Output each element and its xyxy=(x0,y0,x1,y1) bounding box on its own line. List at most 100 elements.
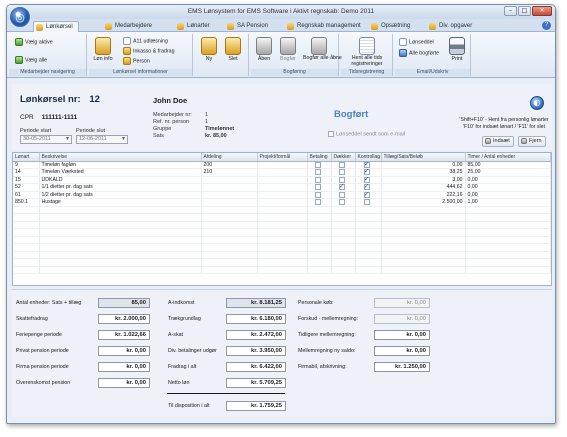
total-value-field[interactable]: kr. 3.950,00 xyxy=(226,346,286,356)
total-value-field[interactable]: kr. 5.709,25 xyxy=(226,378,286,388)
table-cell[interactable] xyxy=(257,191,308,199)
table-row[interactable]: 611/2 dietter pr. dag sats 222,160,00 xyxy=(13,191,551,199)
total-value-field[interactable]: 85,00 xyxy=(98,298,150,308)
total-value-field[interactable]: kr. 6.180,00 xyxy=(226,314,286,324)
table-cell[interactable]: 1,00 xyxy=(465,198,551,207)
select-active-button[interactable]: Vælg aktive xyxy=(15,38,53,46)
table-cell[interactable]: 1/2 dietter pr. dag sats xyxy=(39,191,202,199)
table-cell[interactable] xyxy=(355,183,382,192)
total-value-field[interactable]: kr. 0,00 xyxy=(374,346,430,356)
cover-checkbox[interactable] xyxy=(339,169,345,176)
ctrl-checkbox[interactable] xyxy=(364,176,370,183)
table-cell[interactable]: Hustage xyxy=(39,198,202,207)
table-row[interactable]: 15UDKALD 3,000,00 xyxy=(13,176,551,184)
table-cell[interactable] xyxy=(355,176,382,184)
payslip-button[interactable]: Lønseddel xyxy=(399,38,434,46)
pay-checkbox[interactable] xyxy=(315,176,321,183)
total-value-field[interactable]: kr. 1.022,66 xyxy=(98,330,150,340)
total-value-field[interactable]: kr. 8.181,25 xyxy=(226,298,286,308)
table-cell[interactable] xyxy=(331,168,356,177)
tab-opsaetning[interactable]: Opsætning xyxy=(369,21,410,32)
table-cell[interactable]: 61 xyxy=(13,191,40,199)
cover-checkbox[interactable] xyxy=(339,176,345,183)
a11-export-button[interactable]: A11 udlæsning xyxy=(123,37,168,45)
column-header[interactable]: Tillæg/Sats/Beløb xyxy=(381,153,466,162)
print-button[interactable]: Print xyxy=(447,37,467,62)
table-cell[interactable] xyxy=(331,183,356,192)
column-header[interactable]: Betaling xyxy=(307,153,332,162)
table-cell[interactable] xyxy=(307,161,332,169)
table-cell[interactable] xyxy=(307,168,332,177)
total-value-field[interactable]: kr. 1.759,25 xyxy=(226,401,286,411)
table-row[interactable]: 521/1 dietter pr. dag sats 444,620,00 xyxy=(13,183,551,192)
book-all-open-button[interactable]: Bogfør alle åbne xyxy=(303,37,342,62)
table-cell[interactable]: 25,00 xyxy=(465,168,551,177)
column-header[interactable]: Beskrivelse xyxy=(39,153,202,162)
ctrl-checkbox[interactable] xyxy=(364,199,370,206)
column-header[interactable]: Kontrollag xyxy=(355,153,382,162)
open-button[interactable]: Åben xyxy=(253,37,275,62)
tab-regnskab-management[interactable]: Regnskab management xyxy=(285,21,361,32)
table-cell[interactable] xyxy=(355,198,382,207)
table-cell[interactable] xyxy=(257,183,308,192)
pay-checkbox[interactable] xyxy=(315,191,321,198)
table-row[interactable]: 850.1 Hustage 2.500,00 1,00 xyxy=(13,198,551,207)
table-cell[interactable]: 38,25 xyxy=(381,168,466,177)
table-cell[interactable]: 0,00 xyxy=(465,176,551,184)
ctrl-checkbox[interactable] xyxy=(364,169,370,176)
maximize-button[interactable]: □ xyxy=(518,6,531,16)
table-cell[interactable] xyxy=(257,168,308,177)
app-menu-orb-icon[interactable]: ◎ xyxy=(10,7,30,27)
table-cell[interactable] xyxy=(201,176,258,184)
total-value-field[interactable]: kr. 0,00 xyxy=(98,378,150,388)
total-value-field[interactable]: kr. 0,00 xyxy=(98,362,150,372)
pay-checkbox[interactable] xyxy=(315,169,321,176)
table-cell[interactable] xyxy=(331,191,356,199)
ctrl-checkbox[interactable] xyxy=(364,191,370,198)
table-cell[interactable] xyxy=(331,176,356,184)
new-button[interactable]: Ny xyxy=(199,37,219,62)
table-cell[interactable]: 210 xyxy=(201,168,258,177)
collection-deduction-button[interactable]: Inkasso & fradrag xyxy=(123,47,175,55)
column-header[interactable]: Projekt/formål xyxy=(257,153,308,162)
table-cell[interactable]: 0,00 xyxy=(381,161,466,169)
close-button[interactable]: ✕ xyxy=(532,6,552,16)
person-button[interactable]: Person xyxy=(123,57,150,65)
total-value-field[interactable]: kr. 0,00 xyxy=(374,330,430,340)
tab-lonkorsel[interactable]: Lønkørsel xyxy=(33,21,79,32)
table-cell[interactable] xyxy=(307,191,332,199)
fetch-time-registrations-button[interactable]: Hent alle tids registreringer xyxy=(343,37,391,67)
pay-checkbox[interactable] xyxy=(315,161,321,168)
cover-checkbox[interactable] xyxy=(339,191,345,198)
table-cell[interactable]: 14 xyxy=(13,168,40,177)
table-cell[interactable]: UDKALD xyxy=(39,176,202,184)
globe-icon[interactable]: ◐ xyxy=(530,96,544,110)
table-cell[interactable] xyxy=(257,198,308,207)
table-cell[interactable]: Timeløn Værksted xyxy=(39,168,202,177)
email-payslip-checkbox[interactable] xyxy=(328,131,334,137)
period-end-field[interactable]: 12-06-2011 ▼ xyxy=(76,135,128,144)
column-header[interactable]: Lønart xyxy=(13,153,40,162)
table-cell[interactable]: 200 xyxy=(201,161,258,169)
column-header[interactable]: Timer / Antal enheder xyxy=(465,153,551,162)
table-cell[interactable]: 52 xyxy=(13,183,40,192)
total-value-field[interactable]: kr. 6.422,00 xyxy=(226,362,286,372)
insert-button[interactable]: Indsæt xyxy=(482,136,514,147)
ctrl-checkbox[interactable] xyxy=(364,161,370,168)
table-cell[interactable]: 1/1 dietter pr. dag sats xyxy=(39,183,202,192)
column-header[interactable]: Dækker xyxy=(331,153,356,162)
period-start-field[interactable]: 30-05-2011 ▼ xyxy=(20,135,72,144)
pay-checkbox[interactable] xyxy=(315,184,321,191)
total-value-field[interactable]: kr. 2.472,00 xyxy=(226,330,286,340)
remove-button[interactable]: Fjern xyxy=(518,136,546,147)
table-cell[interactable] xyxy=(201,198,258,207)
delete-button[interactable]: Slet xyxy=(223,37,243,62)
table-cell[interactable] xyxy=(201,183,258,192)
table-cell[interactable]: 85,00 xyxy=(465,161,551,169)
table-cell[interactable]: 0,00 xyxy=(465,183,551,192)
table-cell[interactable] xyxy=(307,176,332,184)
tab-lonarter[interactable]: Lønarter xyxy=(175,21,210,32)
table-cell[interactable]: 3,00 xyxy=(381,176,466,184)
cover-checkbox[interactable] xyxy=(339,199,345,206)
pay-checkbox[interactable] xyxy=(315,199,321,206)
